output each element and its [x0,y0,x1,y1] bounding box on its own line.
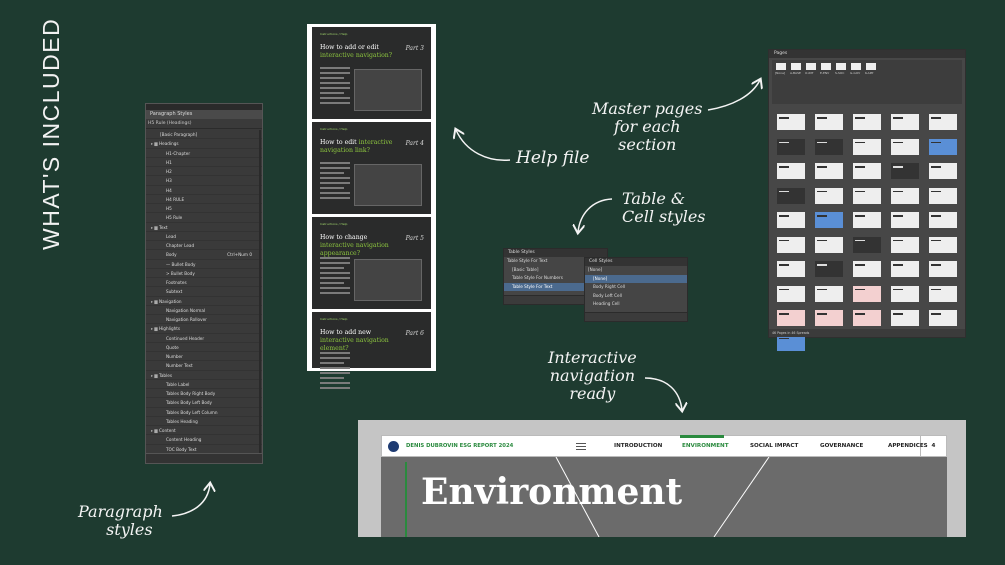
annotation-arrows [171,0,1005,517]
